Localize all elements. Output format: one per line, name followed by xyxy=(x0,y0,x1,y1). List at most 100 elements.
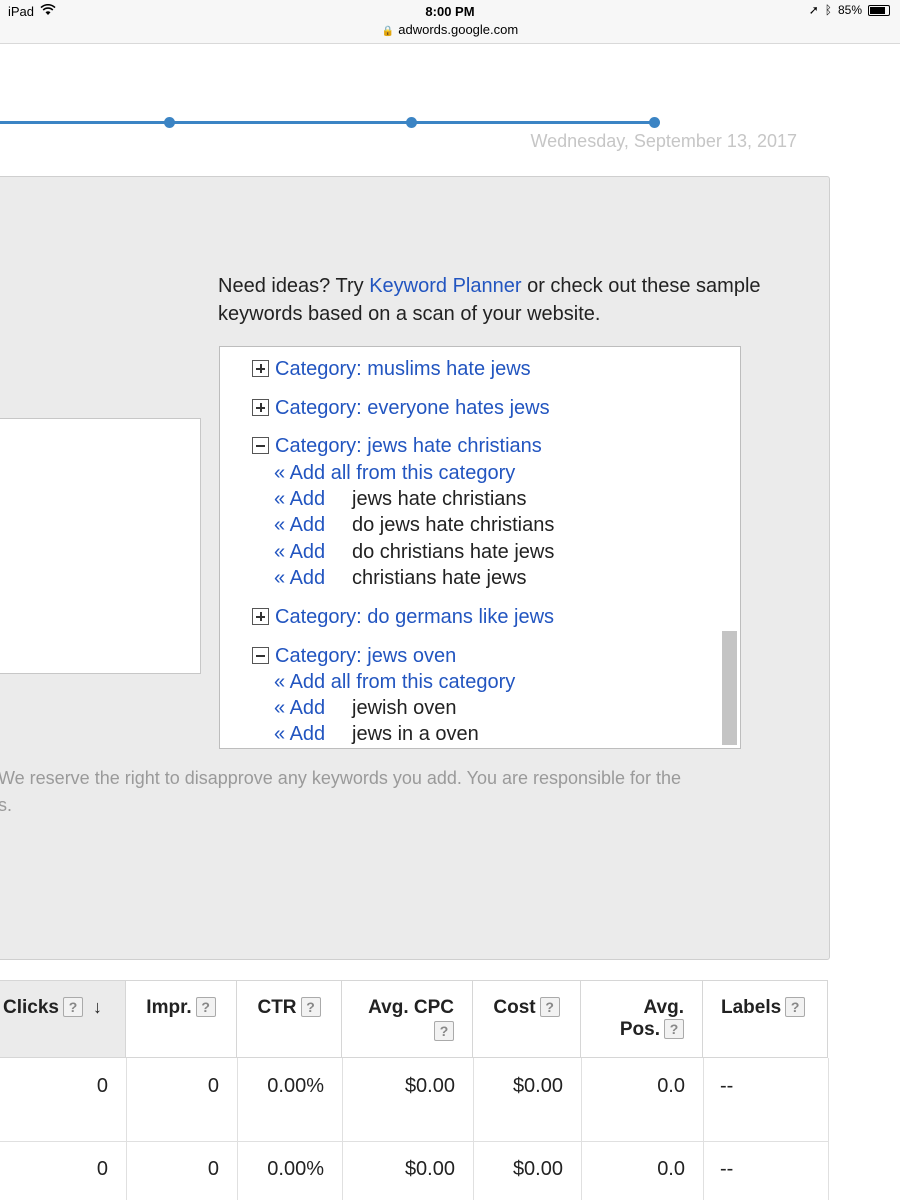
cell-cost: $0.00 xyxy=(512,1075,563,1097)
battery-percent: 85% xyxy=(837,3,862,17)
cell-impr: 0 xyxy=(207,1158,219,1180)
add-all-link[interactable]: « Add all from this category xyxy=(274,461,515,485)
lock-icon: 🔒 xyxy=(381,26,395,37)
location-arrow-icon: ➚ xyxy=(808,3,819,17)
column-header-ctr[interactable]: CTR? xyxy=(237,980,342,1058)
add-keyword-link[interactable]: « Add xyxy=(274,488,325,510)
sort-descending-icon[interactable]: ↓ xyxy=(93,997,102,1018)
category-label[interactable]: Category: jews hate christians xyxy=(275,435,542,457)
keyword-term: jewish oven xyxy=(352,697,457,719)
ideas-intro: Need ideas? Try Keyword Planner or check… xyxy=(218,272,798,328)
column-divider xyxy=(703,1058,704,1200)
keywords-textarea[interactable] xyxy=(0,418,201,674)
disclaimer-text: We reserve the right to disapprove any k… xyxy=(0,765,738,819)
header-label: Avg. CPC xyxy=(368,997,454,1018)
help-icon[interactable]: ? xyxy=(539,997,560,1017)
keyword-item: « Add jews hate christians xyxy=(274,487,734,511)
address-bar[interactable]: 🔒 adwords.google.com xyxy=(0,22,900,37)
category-label[interactable]: Category: muslims hate jews xyxy=(275,358,531,380)
cell-impr: 0 xyxy=(207,1075,219,1097)
cell-ctr: 0.00% xyxy=(267,1075,324,1097)
bluetooth-icon: ᛒ xyxy=(824,3,832,17)
keyword-term: jews in a oven xyxy=(352,723,479,745)
column-header-impr[interactable]: Impr.? xyxy=(126,980,237,1058)
add-all-label[interactable]: « Add all from this category xyxy=(274,671,515,693)
category-label[interactable]: Category: do germans like jews xyxy=(275,606,554,628)
url-text: adwords.google.com xyxy=(398,22,519,37)
collapse-icon[interactable] xyxy=(252,647,269,664)
category-row[interactable]: Category: jews hate christians xyxy=(252,434,542,458)
progress-step-dot xyxy=(406,117,417,128)
cell-clicks: 0 xyxy=(96,1158,108,1180)
category-label[interactable]: Category: jews oven xyxy=(275,645,456,667)
cell-ctr: 0.00% xyxy=(267,1158,324,1180)
cell-avg-pos: 0.0 xyxy=(657,1158,685,1180)
column-header-labels[interactable]: Labels? xyxy=(703,980,828,1058)
list-scrollbar[interactable] xyxy=(722,631,737,745)
keyword-item: « Add jewish oven xyxy=(274,696,734,720)
ios-status-bar: iPad 8:00 PM 🔒 adwords.google.com ➚ ᛒ 85% xyxy=(0,0,900,44)
timeline-date: Wednesday, September 13, 2017 xyxy=(530,131,797,151)
header-label: Avg. xyxy=(643,997,684,1018)
ideas-intro-prefix: Need ideas? Try xyxy=(218,275,370,297)
battery-fill xyxy=(870,6,885,14)
cell-labels: -- xyxy=(720,1158,734,1180)
keyword-item: « Add jews in a oven xyxy=(274,722,734,746)
help-icon[interactable]: ? xyxy=(664,1019,684,1039)
cell-avg-cpc: $0.00 xyxy=(404,1158,455,1180)
keyword-term: jews hate christians xyxy=(352,488,527,510)
row-divider xyxy=(0,1141,828,1142)
column-header-avg-pos[interactable]: Avg. Pos.? xyxy=(581,980,703,1058)
help-icon[interactable]: ? xyxy=(434,1021,454,1041)
keyword-term: do jews hate christians xyxy=(352,514,555,536)
progress-step-dot xyxy=(649,117,660,128)
header-label: Impr. xyxy=(146,997,192,1018)
category-row[interactable]: Category: everyone hates jews xyxy=(252,396,550,420)
column-divider xyxy=(828,1058,829,1200)
header-label: CTR xyxy=(257,997,297,1018)
keyword-term: christians hate jews xyxy=(352,567,527,589)
add-keyword-link[interactable]: « Add xyxy=(274,541,325,563)
category-row[interactable]: Category: do germans like jews xyxy=(252,605,554,629)
clock: 8:00 PM xyxy=(425,4,475,19)
keyword-item: « Add christians hate jews xyxy=(274,566,734,590)
header-label: Labels xyxy=(721,997,782,1018)
header-label: Cost xyxy=(493,997,536,1018)
progress-step-dot xyxy=(164,117,175,128)
category-row[interactable]: Category: muslims hate jews xyxy=(252,357,531,381)
expand-icon[interactable] xyxy=(252,608,269,625)
progress-track xyxy=(0,121,655,124)
collapse-icon[interactable] xyxy=(252,437,269,454)
cell-labels: -- xyxy=(720,1075,734,1097)
battery-icon xyxy=(868,4,890,16)
column-header-avg-cpc[interactable]: Avg. CPC ? xyxy=(342,980,473,1058)
cell-cost: $0.00 xyxy=(512,1158,563,1180)
sample-keywords-list[interactable]: Category: muslims hate jews Category: ev… xyxy=(219,346,741,749)
add-keyword-link[interactable]: « Add xyxy=(274,697,325,719)
category-row[interactable]: Category: jews oven xyxy=(252,644,456,668)
expand-icon[interactable] xyxy=(252,399,269,416)
add-keyword-link[interactable]: « Add xyxy=(274,723,325,745)
category-label[interactable]: Category: everyone hates jews xyxy=(275,397,550,419)
cell-clicks: 0 xyxy=(96,1075,108,1097)
header-label: Clicks xyxy=(3,997,59,1018)
expand-icon[interactable] xyxy=(252,360,269,377)
header-label: Pos. xyxy=(619,1019,660,1040)
disclaimer-line: s. xyxy=(0,795,13,815)
cell-avg-pos: 0.0 xyxy=(657,1075,685,1097)
keyword-planner-link[interactable]: Keyword Planner xyxy=(369,275,521,297)
column-header-clicks[interactable]: Clicks? ↓ xyxy=(0,980,126,1058)
add-keyword-link[interactable]: « Add xyxy=(274,514,325,536)
column-header-cost[interactable]: Cost? xyxy=(473,980,581,1058)
keyword-item: « Add do jews hate christians xyxy=(274,513,734,537)
help-icon[interactable]: ? xyxy=(785,997,806,1017)
add-keyword-link[interactable]: « Add xyxy=(274,567,325,589)
add-all-link[interactable]: « Add all from this category xyxy=(274,670,515,694)
add-all-label[interactable]: « Add all from this category xyxy=(274,462,515,484)
help-icon[interactable]: ? xyxy=(195,997,216,1017)
help-icon[interactable]: ? xyxy=(300,997,321,1017)
disclaimer-line: We reserve the right to disapprove any k… xyxy=(0,768,682,788)
keyword-item: « Add do christians hate jews xyxy=(274,540,734,564)
keyword-term: do christians hate jews xyxy=(352,541,555,563)
help-icon[interactable]: ? xyxy=(62,997,83,1017)
